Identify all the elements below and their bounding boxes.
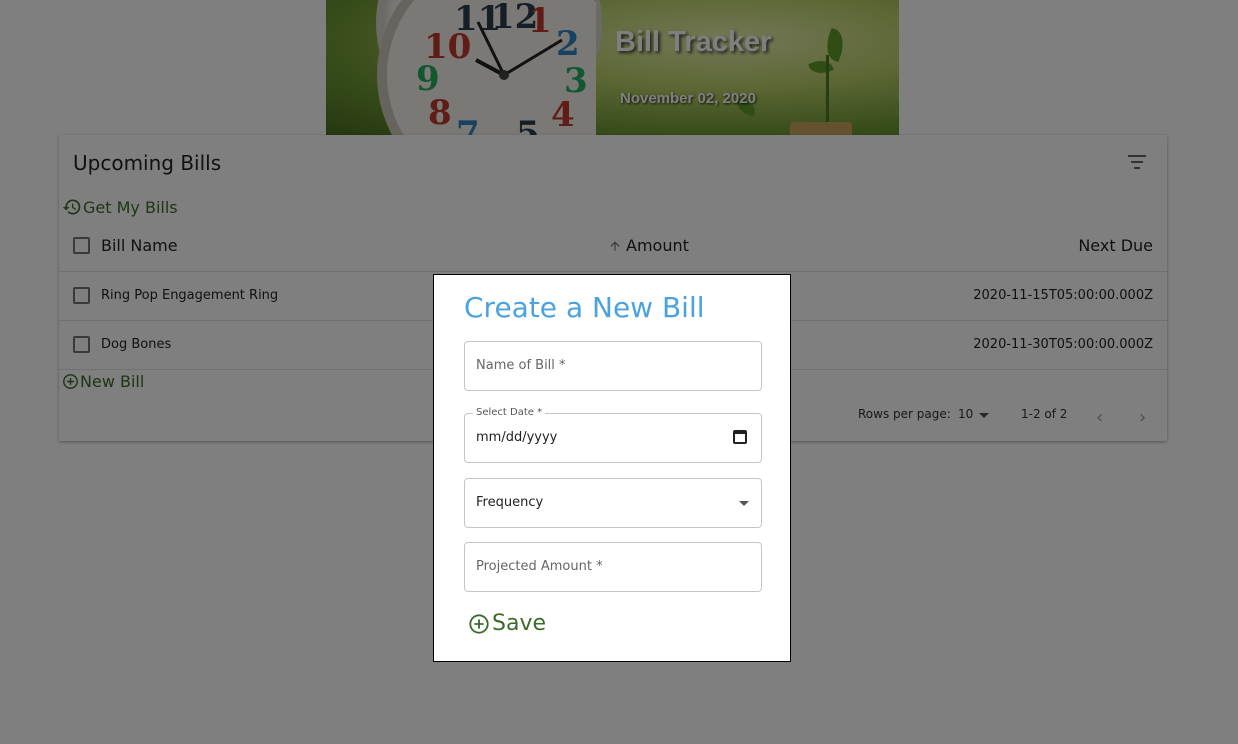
calendar-icon[interactable] — [733, 430, 747, 444]
frequency-value: Frequency — [476, 495, 544, 510]
arrow-drop-down-icon — [739, 501, 749, 506]
bill-name-placeholder: Name of Bill * — [476, 358, 566, 373]
add-circle-icon — [469, 613, 489, 634]
date-field[interactable]: Select Date * mm/dd/yyyy — [464, 407, 762, 463]
date-field-label: Select Date * — [473, 407, 546, 418]
projected-amount-field[interactable]: Projected Amount * — [464, 542, 762, 592]
save-label: Save — [492, 611, 547, 636]
date-field-value: mm/dd/yyyy — [476, 430, 558, 445]
dialog-title: Create a New Bill — [464, 291, 705, 324]
save-button[interactable]: Save — [468, 611, 546, 636]
projected-amount-placeholder: Projected Amount * — [476, 559, 603, 574]
frequency-select[interactable]: Frequency — [464, 478, 762, 528]
bill-name-field[interactable]: Name of Bill * — [464, 341, 762, 391]
create-bill-dialog: Create a New Bill Name of Bill * Select … — [433, 274, 791, 662]
